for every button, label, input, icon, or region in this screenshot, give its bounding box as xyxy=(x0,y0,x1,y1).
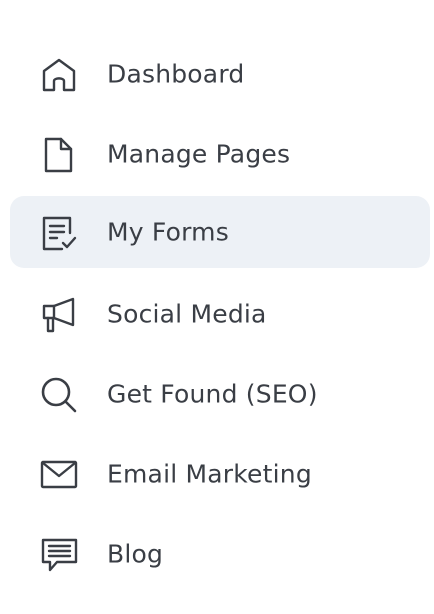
home-icon xyxy=(40,56,78,94)
sidebar-item-label: Social Media xyxy=(107,299,267,329)
sidebar-item-label: Dashboard xyxy=(107,59,245,89)
sidebar-item-label: Manage Pages xyxy=(107,139,291,169)
sidebar-item-label: My Forms xyxy=(107,217,229,247)
sidebar-item-label: Blog xyxy=(107,539,164,569)
sidebar-item-manage-pages[interactable]: Manage Pages xyxy=(10,118,430,190)
sidebar-item-blog[interactable]: Blog xyxy=(10,518,430,590)
sidebar-item-social-media[interactable]: Social Media xyxy=(10,278,430,350)
form-check-icon xyxy=(40,214,78,252)
page-icon xyxy=(40,136,78,174)
envelope-icon xyxy=(40,456,78,494)
sidebar-item-label: Get Found (SEO) xyxy=(107,379,318,409)
sidebar-item-email-marketing[interactable]: Email Marketing xyxy=(10,438,430,510)
message-bubble-icon xyxy=(40,536,78,574)
search-icon xyxy=(40,376,78,414)
sidebar-item-my-forms[interactable]: My Forms xyxy=(10,196,430,268)
sidebar-item-dashboard[interactable]: Dashboard xyxy=(10,38,430,110)
sidebar-item-get-found-seo[interactable]: Get Found (SEO) xyxy=(10,358,430,430)
megaphone-icon xyxy=(40,296,78,334)
sidebar-item-label: Email Marketing xyxy=(107,459,312,489)
sidebar-nav: Dashboard Manage Pages My Forms Social M… xyxy=(0,0,434,614)
